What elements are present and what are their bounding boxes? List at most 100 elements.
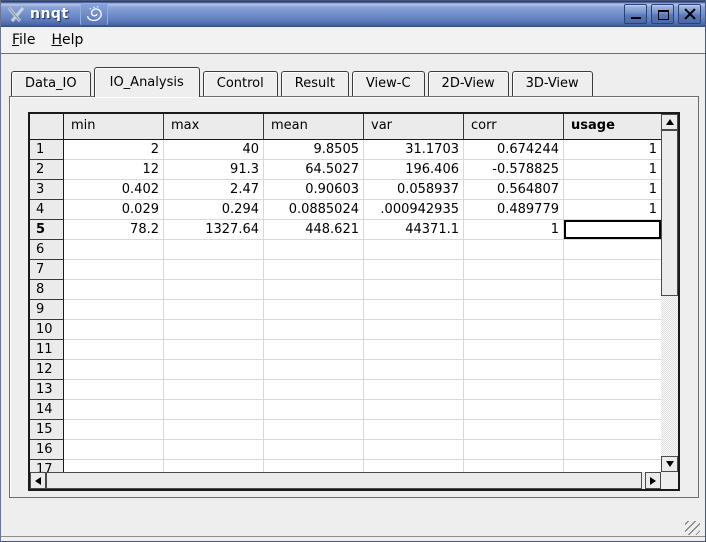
table-cell[interactable] <box>264 420 364 440</box>
column-header-var[interactable]: var <box>364 114 464 140</box>
row-header-6[interactable]: 6 <box>30 240 64 260</box>
table-cell[interactable] <box>564 240 661 260</box>
table-cell[interactable]: 0.058937 <box>364 180 464 200</box>
tab-io-analysis[interactable]: IO_Analysis <box>94 67 200 97</box>
tab-2d-view[interactable]: 2D-View <box>428 71 509 96</box>
row-header-12[interactable]: 12 <box>30 360 64 380</box>
table-cell[interactable] <box>364 400 464 420</box>
table-cell[interactable] <box>564 280 661 300</box>
table-cell[interactable] <box>364 280 464 300</box>
table-cell[interactable]: 40 <box>164 140 264 160</box>
table-cell[interactable]: 0.029 <box>64 200 164 220</box>
table-cell[interactable]: 0.674244 <box>464 140 564 160</box>
vertical-scrollbar[interactable] <box>661 114 678 472</box>
table-cell[interactable]: 1 <box>564 180 661 200</box>
menu-item-help[interactable]: Help <box>48 30 86 50</box>
row-header-5[interactable]: 5 <box>30 220 64 240</box>
table-cell[interactable]: -0.578825 <box>464 160 564 180</box>
table-cell[interactable] <box>164 400 264 420</box>
horizontal-scrollbar-thumb[interactable] <box>46 472 642 489</box>
table-cell[interactable] <box>464 300 564 320</box>
table-cell[interactable]: 2 <box>64 140 164 160</box>
table-cell[interactable]: 1327.64 <box>164 220 264 240</box>
table-cell[interactable] <box>264 460 364 472</box>
table-cell[interactable] <box>464 380 564 400</box>
table-cell[interactable]: 1 <box>564 200 661 220</box>
table-cell[interactable] <box>464 340 564 360</box>
close-button[interactable] <box>678 4 701 24</box>
table-cell[interactable] <box>64 260 164 280</box>
table-cell[interactable]: 0.402 <box>64 180 164 200</box>
tab-result[interactable]: Result <box>281 71 349 96</box>
table-cell[interactable] <box>164 340 264 360</box>
resize-grip-icon[interactable] <box>685 521 700 535</box>
table-cell[interactable] <box>164 260 264 280</box>
tab-3d-view[interactable]: 3D-View <box>512 71 593 96</box>
table-cell[interactable] <box>264 280 364 300</box>
menu-item-file[interactable]: File <box>9 30 38 50</box>
column-header-corr[interactable]: corr <box>464 114 564 140</box>
scroll-right-button[interactable] <box>645 472 661 489</box>
scroll-down-button[interactable] <box>661 456 678 472</box>
table-cell[interactable]: 91.3 <box>164 160 264 180</box>
table-cell[interactable] <box>564 440 661 460</box>
table-cell[interactable] <box>564 420 661 440</box>
table-cell[interactable] <box>564 380 661 400</box>
table-cell[interactable] <box>164 280 264 300</box>
row-header-13[interactable]: 13 <box>30 380 64 400</box>
table-cell[interactable]: 196.406 <box>364 160 464 180</box>
row-header-10[interactable]: 10 <box>30 320 64 340</box>
table-cell[interactable] <box>464 440 564 460</box>
minimize-button[interactable] <box>624 4 647 24</box>
table-cell[interactable] <box>164 440 264 460</box>
table-cell[interactable] <box>164 240 264 260</box>
table-cell[interactable] <box>164 420 264 440</box>
row-header-11[interactable]: 11 <box>30 340 64 360</box>
table-cell[interactable]: 0.489779 <box>464 200 564 220</box>
tab-view-c[interactable]: View-C <box>352 71 425 96</box>
table-cell[interactable] <box>64 380 164 400</box>
table-cell[interactable] <box>164 360 264 380</box>
table-cell[interactable] <box>164 380 264 400</box>
row-header-8[interactable]: 8 <box>30 280 64 300</box>
table-cell[interactable] <box>64 400 164 420</box>
table-cell[interactable]: 12 <box>64 160 164 180</box>
spreadsheet[interactable]: minmaxmeanvarcorrusage 12409.850531.1703… <box>28 112 680 491</box>
table-cell[interactable]: 9.8505 <box>264 140 364 160</box>
table-cell[interactable] <box>364 440 464 460</box>
selected-cell[interactable] <box>564 220 661 240</box>
table-cell[interactable] <box>564 400 661 420</box>
table-cell[interactable] <box>64 440 164 460</box>
row-header-2[interactable]: 2 <box>30 160 64 180</box>
table-cell[interactable] <box>464 320 564 340</box>
row-header-3[interactable]: 3 <box>30 180 64 200</box>
table-cell[interactable] <box>264 260 364 280</box>
table-cell[interactable] <box>464 280 564 300</box>
row-header-9[interactable]: 9 <box>30 300 64 320</box>
titlebar[interactable]: nnqt <box>1 1 705 27</box>
maximize-button[interactable] <box>651 4 674 24</box>
table-cell[interactable] <box>64 340 164 360</box>
table-cell[interactable]: 78.2 <box>64 220 164 240</box>
table-cell[interactable] <box>164 460 264 472</box>
table-cell[interactable] <box>264 440 364 460</box>
table-cell[interactable] <box>464 420 564 440</box>
table-cell[interactable] <box>564 460 661 472</box>
table-cell[interactable] <box>464 260 564 280</box>
scroll-up-button[interactable] <box>661 114 678 130</box>
table-cell[interactable] <box>464 240 564 260</box>
tab-data-io[interactable]: Data_IO <box>11 71 91 96</box>
table-cell[interactable] <box>64 320 164 340</box>
table-cell[interactable] <box>364 360 464 380</box>
table-cell[interactable] <box>264 320 364 340</box>
table-cell[interactable]: 0.90603 <box>264 180 364 200</box>
table-cell[interactable] <box>164 320 264 340</box>
table-cell[interactable] <box>364 420 464 440</box>
table-cell[interactable] <box>464 460 564 472</box>
column-header-max[interactable]: max <box>164 114 264 140</box>
tab-control[interactable]: Control <box>203 71 278 96</box>
table-cell[interactable]: 31.1703 <box>364 140 464 160</box>
table-cell[interactable] <box>564 360 661 380</box>
table-cell[interactable] <box>364 320 464 340</box>
table-cell[interactable]: 0.0885024 <box>264 200 364 220</box>
